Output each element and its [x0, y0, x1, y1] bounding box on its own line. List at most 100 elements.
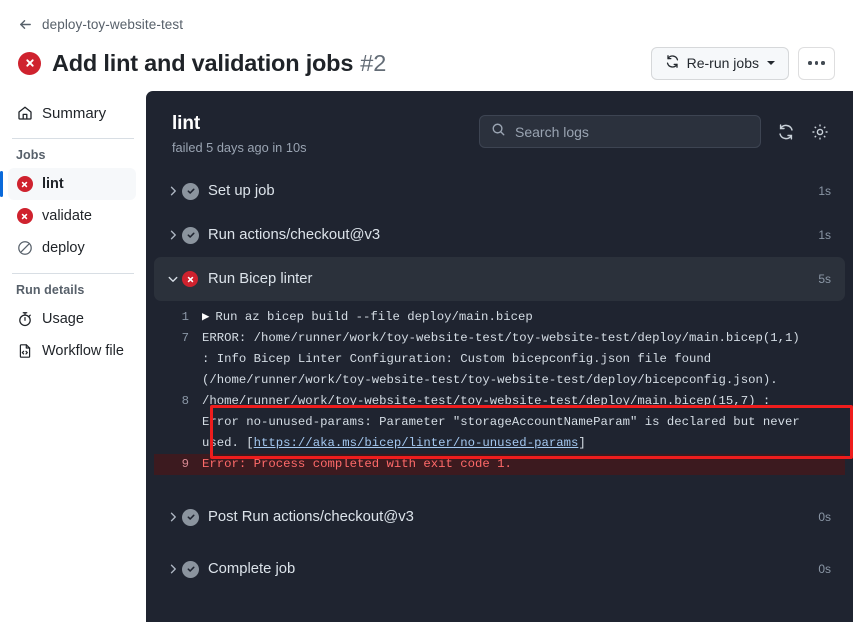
step-duration: 0s: [818, 562, 831, 576]
sidebar-item-label: validate: [42, 208, 92, 224]
success-icon: [182, 508, 208, 526]
sidebar-item-deploy[interactable]: deploy: [8, 232, 136, 264]
rerun-jobs-label: Re-run jobs: [686, 55, 759, 71]
steps-list: Set up job 1s Run actions/checkout@v3 1s: [146, 169, 853, 622]
chevron-right-icon: [164, 563, 182, 575]
home-icon: [16, 105, 33, 121]
breadcrumb: deploy-toy-website-test: [18, 14, 835, 34]
chevron-right-icon: [164, 229, 182, 241]
sidebar-item-label: deploy: [42, 240, 85, 256]
chevron-down-icon: [767, 61, 775, 65]
log-line-number: 1: [181, 310, 189, 324]
sidebar-item-validate[interactable]: validate: [8, 200, 136, 232]
chevron-down-icon: [164, 273, 182, 285]
log-line-text: (/home/runner/work/toy-website-test/toy-…: [202, 373, 778, 387]
sync-icon: [665, 54, 680, 72]
step-row[interactable]: Run actions/checkout@v3 1s: [154, 213, 845, 257]
log-line: 1 ▶ Run az bicep build --file deploy/main…: [154, 307, 845, 328]
page-header: deploy-toy-website-test Add lint and val…: [0, 0, 853, 83]
log-line: (/home/runner/work/toy-website-test/toy-…: [154, 370, 845, 391]
log-line-text: : Info Bicep Linter Configuration: Custo…: [202, 352, 712, 366]
log-line-number: [154, 349, 202, 370]
sidebar-item-label: Summary: [42, 104, 107, 122]
step-label: Set up job: [208, 183, 275, 199]
step-row-expanded[interactable]: Run Bicep linter 5s: [154, 257, 845, 301]
log-line-number: [154, 370, 202, 391]
step-label: Post Run actions/checkout@v3: [208, 509, 414, 525]
sidebar-divider-bottom: [12, 273, 134, 274]
log-line: Error no-unused-params: Parameter "stora…: [154, 412, 845, 433]
job-status-text: failed 5 days ago in 10s: [172, 140, 307, 155]
arrow-left-icon[interactable]: [18, 17, 33, 32]
workflow-run-page: deploy-toy-website-test Add lint and val…: [0, 0, 853, 622]
search-icon: [491, 122, 506, 142]
log-header-actions: [479, 113, 829, 148]
log-line-number: [154, 433, 202, 454]
sidebar-item-label: Usage: [42, 311, 84, 327]
log-line: used. [https://aka.ms/bicep/linter/no-un…: [154, 433, 845, 454]
sidebar: Summary Jobs lint validate deploy Run de…: [0, 83, 146, 622]
header-actions: Re-run jobs: [650, 46, 835, 80]
search-input[interactable]: [515, 123, 749, 140]
log-line-text-after: ]: [578, 436, 586, 450]
run-number: #2: [360, 49, 387, 76]
kebab-horizontal-icon: [808, 61, 825, 65]
failure-icon: [16, 176, 33, 192]
sidebar-item-label: lint: [42, 176, 64, 192]
stopwatch-icon: [16, 311, 33, 327]
job-title: lint: [172, 113, 201, 134]
log-line-text: Error: Process completed with exit code …: [202, 457, 512, 471]
log-line-text: ERROR: /home/runner/work/toy-website-tes…: [202, 331, 800, 345]
failure-icon: [182, 271, 208, 287]
chevron-right-icon: [164, 511, 182, 523]
sidebar-run-details-group: Run details Usage Workflow file: [0, 283, 146, 367]
more-options-button[interactable]: [798, 46, 835, 80]
skipped-icon: [16, 240, 33, 256]
log-line-text: Error no-unused-params: Parameter "stora…: [202, 415, 800, 429]
page-body: Summary Jobs lint validate deploy Run de…: [0, 83, 853, 622]
step-row[interactable]: Complete job 0s: [154, 547, 845, 591]
log-line: : Info Bicep Linter Configuration: Custo…: [154, 349, 845, 370]
step-duration: 1s: [818, 228, 831, 242]
sidebar-item-label: Workflow file: [42, 343, 124, 359]
chevron-right-icon: [164, 185, 182, 197]
failure-icon: [16, 208, 33, 224]
sidebar-jobs-group: Jobs lint validate deploy: [0, 148, 146, 264]
breadcrumb-workflow-link[interactable]: deploy-toy-website-test: [42, 17, 183, 32]
expand-command-icon[interactable]: ▶: [202, 310, 209, 324]
step-row[interactable]: Post Run actions/checkout@v3 0s: [154, 495, 845, 539]
failure-icon: [18, 51, 41, 75]
step-duration: 1s: [818, 184, 831, 198]
log-line-error: 9 Error: Process completed with exit cod…: [154, 454, 845, 475]
log-line-number: [154, 412, 202, 433]
sidebar-item-workflow-file[interactable]: Workflow file: [8, 335, 136, 367]
sidebar-item-summary[interactable]: Summary: [8, 97, 136, 129]
success-icon: [182, 182, 208, 200]
page-title: Add lint and validation jobs: [52, 49, 354, 76]
log-panel-header: lint failed 5 days ago in 10s: [146, 91, 853, 169]
log-line-number: 7: [181, 331, 189, 345]
sidebar-item-lint[interactable]: lint: [0, 168, 136, 200]
sidebar-heading-jobs: Jobs: [16, 148, 46, 162]
success-icon: [182, 226, 208, 244]
log-line-number: 9: [181, 457, 189, 471]
log-header-text: lint failed 5 days ago in 10s: [172, 113, 306, 155]
log-output[interactable]: 1 ▶ Run az bicep build --file deploy/main…: [154, 301, 853, 483]
step-label: Complete job: [208, 561, 296, 577]
sidebar-heading-run-details: Run details: [16, 283, 85, 297]
refresh-logs-icon[interactable]: [777, 123, 795, 141]
linter-rule-link[interactable]: https://aka.ms/bicep/linter/no-unused-pa…: [254, 436, 579, 450]
log-line: 7 ERROR: /home/runner/work/toy-website-t…: [154, 328, 845, 349]
log-line-text: Run az bicep build --file deploy/main.bi…: [215, 310, 533, 324]
run-title-row: Add lint and validation jobs #2 Re-run j…: [18, 43, 835, 83]
sidebar-item-usage[interactable]: Usage: [8, 303, 136, 335]
step-row[interactable]: Set up job 1s: [154, 169, 845, 213]
file-code-icon: [16, 343, 33, 359]
rerun-jobs-button[interactable]: Re-run jobs: [650, 46, 789, 80]
log-line: 8 /home/runner/work/toy-website-test/toy…: [154, 391, 845, 412]
log-panel: lint failed 5 days ago in 10s Search log…: [146, 91, 853, 622]
success-icon: [182, 560, 208, 578]
step-label: Run Bicep linter: [208, 271, 313, 287]
gear-icon[interactable]: [811, 123, 829, 141]
search-logs-box[interactable]: [479, 115, 761, 148]
